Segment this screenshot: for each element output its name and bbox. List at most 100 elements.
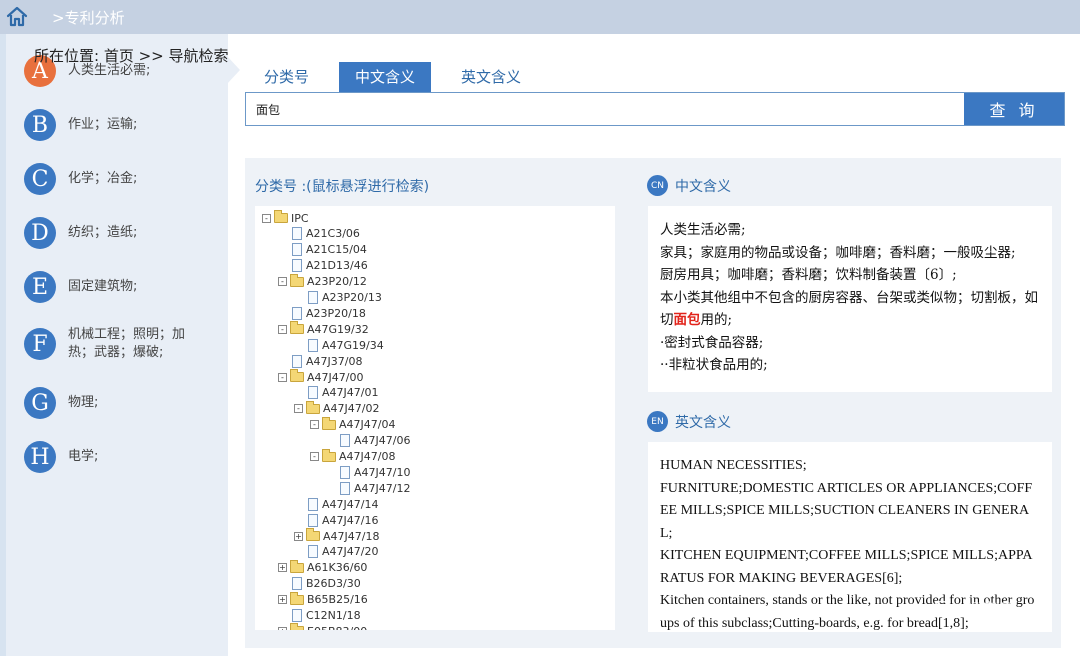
- collapse-icon[interactable]: -: [278, 372, 287, 382]
- sidebar-item-c[interactable]: C 化学；冶金;: [24, 162, 196, 196]
- tree-node[interactable]: A47J47/16: [294, 512, 378, 528]
- sidebar-item-label: 电学;: [68, 449, 99, 464]
- tree-node-label[interactable]: A47J47/08: [339, 450, 395, 463]
- tree-node-label[interactable]: A47J47/10: [354, 466, 410, 479]
- cn-meaning-line: ·密封式食品容器;: [660, 332, 1040, 355]
- tab-chinese-meaning[interactable]: 中文含义: [339, 62, 432, 92]
- tree-node[interactable]: - A47J47/04: [310, 416, 395, 433]
- tab-classification[interactable]: 分类号: [248, 62, 325, 92]
- tree-node-label[interactable]: A47J47/00: [307, 371, 363, 384]
- tree-node[interactable]: A21C3/06: [278, 226, 360, 242]
- tree-node[interactable]: B26D3/30: [278, 576, 361, 592]
- tree-node[interactable]: + B65B25/16: [278, 591, 368, 608]
- tree-node[interactable]: A47J47/14: [294, 496, 378, 512]
- tree-node[interactable]: A47J37/08: [278, 353, 362, 369]
- en-section-header: EN 英文含义: [647, 411, 731, 432]
- sidebar-item-d[interactable]: D 纺织；造纸;: [24, 216, 196, 250]
- tree-node[interactable]: A23P20/13: [294, 290, 382, 306]
- document-icon: [292, 609, 302, 622]
- folder-icon: [290, 273, 304, 287]
- tree-node-label[interactable]: A21D13/46: [306, 259, 368, 272]
- tree-node[interactable]: A23P20/18: [278, 305, 366, 321]
- tree-node[interactable]: A47J47/10: [326, 464, 410, 480]
- collapse-icon[interactable]: -: [310, 452, 319, 461]
- tree-node[interactable]: A47J47/12: [326, 480, 410, 496]
- tree-node-label[interactable]: A23P20/13: [322, 291, 382, 304]
- collapse-icon[interactable]: -: [262, 213, 271, 223]
- cn-text: ··非粒状食品用的;: [660, 357, 768, 373]
- tree-node[interactable]: - IPC: [262, 210, 309, 226]
- home-icon[interactable]: [5, 5, 29, 29]
- tree-node[interactable]: A47J47/01: [294, 385, 378, 401]
- collapse-icon[interactable]: -: [278, 324, 287, 334]
- wechat-icon: [933, 600, 957, 618]
- tree-node-label[interactable]: A47J47/18: [323, 530, 379, 543]
- en-meaning-line: HUMAN NECESSITIES;: [660, 458, 807, 473]
- tree-node-label[interactable]: E05B83/00: [307, 625, 367, 630]
- tree-node-label[interactable]: A21C15/04: [306, 243, 367, 256]
- tree-node-label[interactable]: A47J47/06: [354, 434, 410, 447]
- category-letter-icon: H: [24, 441, 56, 473]
- tree-node[interactable]: - A47G19/32: [278, 321, 369, 337]
- tree-node-label[interactable]: A23P20/12: [307, 275, 367, 288]
- search-button[interactable]: 查 询: [964, 93, 1064, 125]
- expand-icon[interactable]: +: [278, 595, 287, 605]
- tree-node-label[interactable]: A47G19/32: [307, 323, 369, 336]
- tree-node-label[interactable]: B26D3/30: [306, 577, 361, 590]
- tree-node-label[interactable]: A47J47/12: [354, 482, 410, 495]
- en-meaning-line: FURNITURE;DOMESTIC ARTICLES OR APPLIANCE…: [660, 480, 1033, 541]
- document-icon: [340, 481, 350, 495]
- category-letter-icon: G: [24, 387, 56, 419]
- tree-node[interactable]: A47J47/06: [326, 433, 410, 449]
- tree-node[interactable]: + A47J47/18: [294, 528, 379, 544]
- sidebar-item-h[interactable]: H 电学;: [24, 440, 196, 474]
- tree-node[interactable]: A47G19/34: [294, 337, 384, 353]
- collapse-icon[interactable]: -: [310, 420, 319, 430]
- tree-node[interactable]: A47J47/20: [294, 544, 378, 560]
- tree-node[interactable]: + E05B83/00: [278, 623, 367, 630]
- sidebar-item-label: 作业；运输;: [68, 117, 138, 132]
- cn-meaning-line: 本小类其他组中不包含的厨房容器、台架或类似物；切割板，如切面包用的;: [660, 287, 1040, 332]
- search-input[interactable]: [246, 93, 964, 125]
- category-letter-icon: C: [24, 163, 56, 195]
- tree-node-label[interactable]: A47G19/34: [322, 339, 384, 352]
- tree-node[interactable]: C12N1/18: [278, 608, 361, 624]
- document-icon: [292, 354, 302, 368]
- tree-node-label[interactable]: A47J47/14: [322, 498, 378, 511]
- tree-node-label[interactable]: A47J47/02: [323, 402, 379, 415]
- expand-icon[interactable]: +: [278, 626, 287, 630]
- tree-node[interactable]: A21C15/04: [278, 242, 367, 258]
- cn-meaning-line: 家具；家庭用的物品或设备；咖啡磨；香料磨；一般吸尘器;: [660, 242, 1040, 265]
- cn-meaning-box: 人类生活必需; 家具；家庭用的物品或设备；咖啡磨；香料磨；一般吸尘器; 厨房用具；咖…: [648, 206, 1052, 392]
- tree-node-label[interactable]: A21C3/06: [306, 227, 360, 240]
- tree-node[interactable]: - A47J47/00: [278, 369, 363, 385]
- sidebar-item-f[interactable]: F 机械工程；照明；加热；武器；爆破;: [24, 327, 196, 361]
- tree-node[interactable]: A21D13/46: [278, 258, 368, 274]
- tree-node-label[interactable]: A61K36/60: [307, 561, 367, 574]
- tree-node-label[interactable]: C12N1/18: [306, 609, 361, 622]
- expand-icon[interactable]: +: [294, 531, 303, 541]
- sidebar-item-b[interactable]: B 作业；运输;: [24, 108, 196, 142]
- en-section-title: 英文含义: [675, 414, 731, 431]
- tree-node-label[interactable]: A23P20/18: [306, 307, 366, 320]
- top-bar: >专利分析: [0, 0, 1080, 34]
- tab-english-meaning[interactable]: 英文含义: [445, 62, 537, 92]
- tree-node-label[interactable]: A47J47/20: [322, 545, 378, 558]
- tree-node-label[interactable]: A47J47/04: [339, 418, 395, 431]
- sidebar-item-e[interactable]: E 固定建筑物;: [24, 270, 196, 304]
- tree-node[interactable]: + A61K36/60: [278, 559, 367, 576]
- tree-node-label[interactable]: A47J47/16: [322, 514, 378, 527]
- tree-node[interactable]: - A47J47/02: [294, 400, 379, 417]
- collapse-icon[interactable]: -: [294, 404, 303, 414]
- tree-node-label[interactable]: B65B25/16: [307, 593, 368, 606]
- expand-icon[interactable]: +: [278, 563, 287, 573]
- tree-node-label[interactable]: IPC: [291, 212, 309, 225]
- sidebar-item-label: 纺织；造纸;: [68, 225, 138, 240]
- sidebar-item-g[interactable]: G 物理;: [24, 386, 196, 420]
- classification-tree[interactable]: - IPC A21C3/06 A21C15/04 A21D13/46 - A23P20/12…: [255, 206, 615, 630]
- tree-node-label[interactable]: A47J37/08: [306, 355, 362, 368]
- tree-node-label[interactable]: A47J47/01: [322, 386, 378, 399]
- tree-node[interactable]: - A47J47/08: [310, 448, 395, 465]
- collapse-icon[interactable]: -: [278, 277, 287, 287]
- tree-node[interactable]: - A23P20/12: [278, 273, 367, 290]
